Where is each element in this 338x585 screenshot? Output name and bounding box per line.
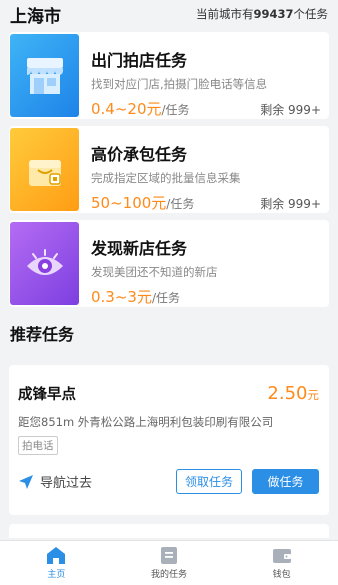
tab-label: 钱包 [272, 569, 291, 580]
wallet-icon [272, 548, 291, 563]
tab-my-tasks[interactable]: 我的任务 [113, 541, 226, 585]
task-remain: 剩余 999+ [260, 197, 321, 211]
claim-task-button[interactable]: 领取任务 [176, 469, 242, 494]
task-desc: 找到对应门店,拍摄门脸电话等信息 [91, 77, 268, 91]
do-task-button[interactable]: 做任务 [252, 469, 319, 494]
navigate-link[interactable]: 导航过去 [18, 472, 92, 491]
task-title: 发现新店任务 [91, 239, 188, 258]
task-card-storefront[interactable]: 出门拍店任务 找到对应门店,拍摄门脸电话等信息 0.4~20元/任务 剩余 99… [9, 32, 329, 119]
eye-icon [10, 222, 79, 305]
task-price: 0.3~3元/任务 [91, 288, 181, 306]
task-desc: 发现美团还不知道的新店 [91, 265, 218, 279]
navigation-arrow-icon [19, 474, 33, 489]
tab-label: 主页 [47, 570, 66, 580]
package-icon [10, 128, 79, 211]
section-title-recommend: 推荐任务 [10, 325, 75, 344]
home-icon [47, 547, 66, 564]
task-remain: 剩余 999+ [260, 103, 321, 117]
tab-home[interactable]: 主页 [0, 541, 113, 585]
task-type-list: 出门拍店任务 找到对应门店,拍摄门脸电话等信息 0.4~20元/任务 剩余 99… [0, 28, 338, 307]
task-title: 高价承包任务 [91, 145, 188, 164]
task-desc: 完成指定区域的批量信息采集 [91, 171, 241, 185]
distance-address: 距您851m 外青松公路上海明利包装印刷有限公司 [18, 415, 274, 429]
storefront-icon [10, 34, 79, 117]
tab-wallet[interactable]: 钱包 [225, 541, 338, 585]
task-price: 50~100元/任务 [91, 194, 195, 212]
shop-name: 成锋早点 [18, 387, 76, 403]
navigate-label: 导航过去 [40, 476, 93, 491]
task-title: 出门拍店任务 [91, 51, 188, 70]
task-price: 0.4~20元/任务 [91, 100, 190, 118]
tab-label: 我的任务 [151, 570, 188, 580]
reward-price: 2.50元 [267, 383, 319, 404]
city-title[interactable]: 上海市 [10, 2, 61, 27]
header: 上海市 当前城市有99437个任务 [0, 0, 338, 28]
task-card-contract[interactable]: 高价承包任务 完成指定区域的批量信息采集 50~100元/任务 剩余 999+ [9, 126, 329, 213]
task-list-icon [161, 547, 177, 564]
next-task-card-peek [9, 524, 329, 538]
bottom-tab-bar: 主页 我的任务 钱包 [0, 540, 338, 585]
task-card-discover[interactable]: 发现新店任务 发现美团还不知道的新店 0.3~3元/任务 [9, 220, 329, 307]
recommend-task-card[interactable]: 成锋早点 2.50元 距您851m 外青松公路上海明利包装印刷有限公司 拍电话 … [9, 365, 329, 515]
city-task-count: 当前城市有99437个任务 [195, 7, 328, 21]
task-tag: 拍电话 [18, 436, 58, 455]
